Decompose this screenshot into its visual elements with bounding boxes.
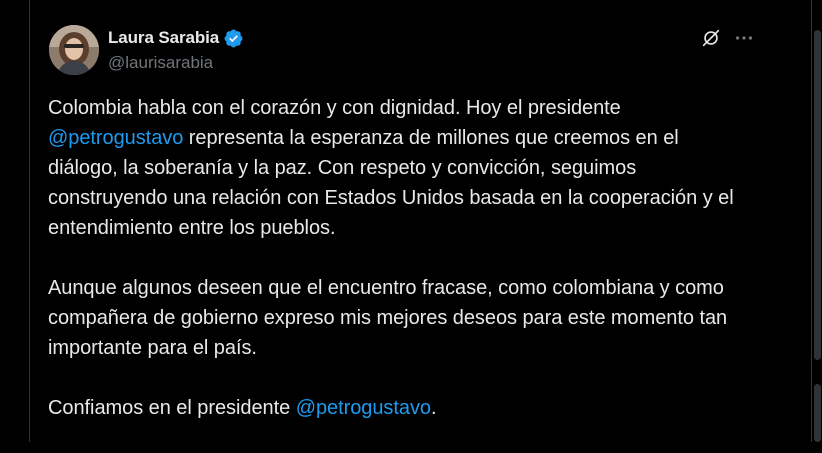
tweet-paragraph: Aunque algunos deseen que el encuentro f… <box>48 273 748 363</box>
tweet-text-segment: Colombia habla con el corazón y con dign… <box>48 97 621 119</box>
author-handle[interactable]: @laurisarabia <box>108 53 213 73</box>
avatar-photo <box>49 25 99 75</box>
avatar[interactable] <box>49 25 99 75</box>
author-display-name[interactable]: Laura Sarabia <box>108 28 219 48</box>
scrollbar-thumb-lower[interactable] <box>814 384 821 442</box>
mention-link[interactable]: @petrogustavo <box>48 127 183 149</box>
more-options-icon[interactable] <box>733 27 755 49</box>
tweet-text-segment: Confiamos en el presidente <box>48 397 296 419</box>
tweet-text-segment: . <box>430 397 437 419</box>
tweet-card: Laura Sarabia @laurisarabia Colombia hab… <box>29 0 812 442</box>
author-name-row[interactable]: Laura Sarabia <box>108 27 244 49</box>
scrollbar-thumb[interactable] <box>814 30 821 360</box>
tweet-paragraph: Confiamos en el presidente @petrogustavo… <box>48 393 748 423</box>
tweet-text-segment: Aunque algunos deseen que el encuentro f… <box>48 277 728 359</box>
grok-icon[interactable] <box>700 27 722 49</box>
tweet-paragraph: Colombia habla con el corazón y con dign… <box>48 93 748 243</box>
tweet-body: Colombia habla con el corazón y con dign… <box>48 93 748 453</box>
mention-link[interactable]: @petrogustavo <box>296 397 431 419</box>
verified-badge-icon[interactable] <box>223 28 244 49</box>
